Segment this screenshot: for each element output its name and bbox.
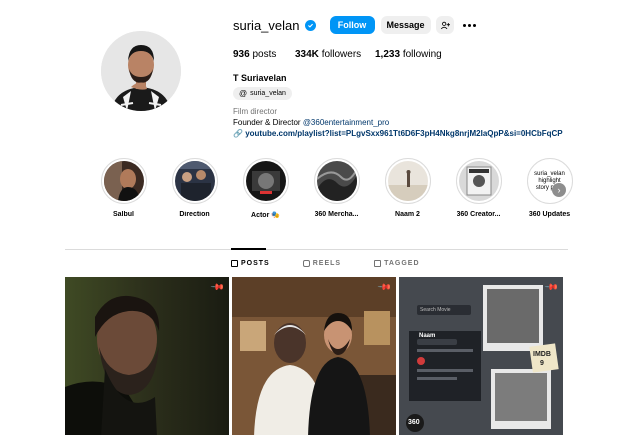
360-logo: 360 — [408, 419, 420, 426]
highlight-item[interactable]: Direction — [159, 158, 230, 219]
link-icon: 🔗 — [233, 129, 243, 138]
highlight-item[interactable]: 360 Creator... — [443, 158, 514, 219]
movie-title-text: Naam — [419, 333, 436, 339]
active-tab-indicator — [231, 248, 266, 250]
highlight-item[interactable]: 360 Mercha... — [301, 158, 372, 219]
movie-search-input: Search Movie — [417, 305, 471, 315]
profile-full-name: T Suriavelan — [233, 73, 287, 83]
highlight-label: 360 Updates — [528, 211, 571, 218]
tab-tagged[interactable]: TAGGED — [374, 260, 419, 267]
grid-icon — [231, 260, 238, 267]
chevron-right-icon[interactable]: › — [552, 183, 566, 197]
tagged-icon — [374, 260, 382, 267]
profile-username: suria_velan — [233, 17, 300, 33]
highlight-label: 360 Mercha... — [314, 211, 359, 218]
add-person-button[interactable] — [435, 16, 454, 34]
verified-badge-icon — [304, 19, 316, 31]
highlight-label: Actor 🎭 — [251, 212, 280, 219]
imdb-label: IMDB — [533, 351, 551, 358]
bio-mention-link[interactable]: @360entertainment_pro — [303, 118, 389, 127]
highlight-label: 360 Creator... — [456, 211, 501, 218]
post-grid: 📌 📌 Search Movie Naam IMDB 9 360 📌 — [65, 277, 563, 435]
highlight-item[interactable]: suria_velan highlight story picto 360 Up… — [514, 158, 585, 219]
tab-reels[interactable]: REELS — [302, 260, 341, 267]
tab-posts[interactable]: POSTS — [231, 260, 270, 267]
highlight-label: Salbul — [112, 211, 134, 218]
threads-icon: @ — [239, 89, 248, 98]
add-person-icon — [440, 21, 450, 29]
highlight-item[interactable]: Naam 2 — [372, 158, 443, 219]
posts-stat: 936 posts — [233, 49, 277, 60]
follow-button[interactable]: Follow — [329, 16, 375, 34]
tabs-divider — [65, 249, 568, 250]
profile-bio: Founder & Director @360entertainment_pro — [233, 118, 390, 127]
profile-tabs: POSTS REELS TAGGED — [231, 260, 420, 267]
ellipsis-icon[interactable] — [462, 23, 476, 27]
story-highlights: Salbul Direction Actor 🎭 360 Mercha... N… — [88, 158, 585, 219]
profile-external-link[interactable]: 🔗 youtube.com/playlist?list=PLgvSxx961Tt… — [233, 129, 563, 138]
highlight-item[interactable]: Salbul — [88, 158, 159, 219]
profile-avatar[interactable] — [101, 31, 181, 111]
following-stat[interactable]: 1,233 following — [375, 49, 442, 60]
threads-badge[interactable]: @ suria_velan — [233, 87, 292, 100]
post-tile[interactable]: 📌 — [232, 277, 396, 435]
followers-stat[interactable]: 334K followers — [295, 49, 375, 60]
profile-category: Film director — [233, 107, 278, 116]
highlight-item[interactable]: Actor 🎭 — [230, 158, 301, 219]
imdb-score: 9 — [540, 360, 544, 367]
profile-info: suria_velan Follow Message 936 posts 334… — [233, 15, 630, 138]
reels-icon — [302, 260, 310, 267]
post-tile[interactable]: Search Movie Naam IMDB 9 360 📌 — [399, 277, 563, 435]
post-tile[interactable]: 📌 — [65, 277, 229, 435]
highlight-label: Direction — [179, 211, 210, 218]
message-button[interactable]: Message — [380, 16, 431, 34]
highlight-label: Naam 2 — [395, 211, 420, 218]
